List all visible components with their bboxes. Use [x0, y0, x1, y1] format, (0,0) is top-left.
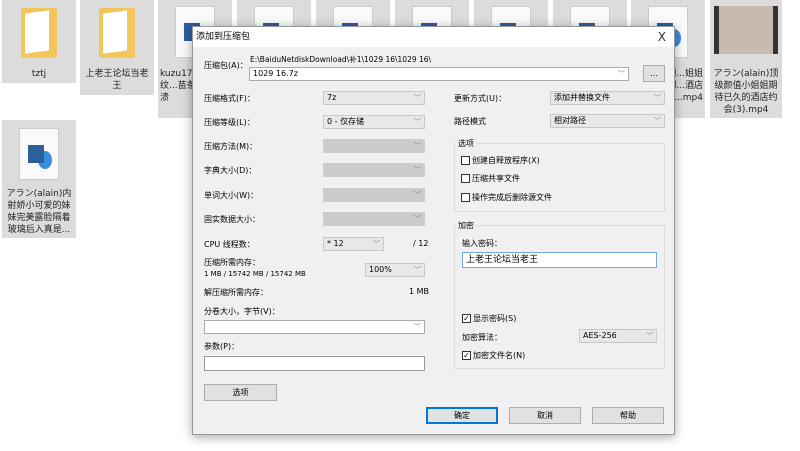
cpu-max: / 12 — [413, 239, 429, 248]
chevron-down-icon: ﹀ — [414, 142, 421, 150]
volume-combo[interactable]: ﹀ — [204, 320, 425, 334]
chevron-down-icon: ﹀ — [414, 118, 421, 126]
method-label: 压缩方法(M)： — [204, 142, 258, 151]
checkmark-icon[interactable]: ✓ — [462, 314, 471, 323]
file-name: tztj — [31, 69, 47, 79]
volume-label: 分卷大小，字节(V)： — [204, 307, 280, 316]
format-select[interactable]: 7z ﹀ — [323, 91, 425, 105]
checkbox-box[interactable] — [461, 193, 470, 202]
dict-label: 字典大小(D)： — [204, 166, 257, 175]
cpu-value: * 12 — [327, 239, 344, 248]
algorithm-select[interactable]: AES-256 ﹀ — [579, 329, 657, 343]
mem-label: 压缩所需内存： — [204, 258, 260, 267]
password-label: 输入密码： — [462, 239, 502, 248]
file-tile[interactable]: アラン(alain)顶级颜值小姐姐期待已久的酒店约会(3).mp4 — [710, 0, 782, 118]
chevron-down-icon: ﹀ — [618, 70, 625, 78]
password-input[interactable]: 上老王论坛当老王 — [462, 252, 657, 268]
update-label: 更新方式(U)： — [454, 94, 507, 103]
title-bar: 添加到压缩包 X — [193, 27, 674, 47]
chevron-down-icon: ﹀ — [414, 215, 421, 223]
file-name: 上老王论坛当老王 — [85, 69, 149, 91]
decompress-mem-label: 解压缩所需内存： — [204, 288, 268, 297]
algorithm-value: AES-256 — [583, 331, 617, 340]
update-select[interactable]: 添加并替换文件 ﹀ — [550, 91, 665, 105]
path-mode-select[interactable]: 相对路径 ﹀ — [550, 114, 665, 128]
mem-percent-select[interactable]: 100% ﹀ — [365, 263, 425, 277]
folder-icon — [99, 8, 135, 58]
video-file-icon — [19, 128, 59, 180]
options-group-title: 选项 — [456, 138, 476, 149]
archive-path: E:\BaiduNetdiskDownload\补1\1029 16\1029 … — [250, 55, 432, 64]
close-icon[interactable]: X — [658, 27, 666, 47]
chevron-down-icon: ﹀ — [414, 191, 421, 199]
chevron-down-icon: ﹀ — [414, 166, 421, 174]
folder-icon — [21, 8, 57, 58]
sfx-checkbox[interactable]: 创建自释放程序(X) — [461, 156, 540, 166]
file-name: アラン(alain)内射娇小可爱的妹妹完美露脸隔着玻璃后入真是... — [6, 189, 72, 235]
archive-label: 压缩包(A)： — [204, 61, 248, 70]
sfx-label: 创建自释放程序(X) — [472, 156, 540, 165]
mem-value: 1 MB / 15742 MB / 15742 MB — [204, 270, 306, 278]
chevron-down-icon: ﹀ — [414, 266, 421, 274]
chevron-down-icon: ﹀ — [654, 117, 661, 125]
chevron-down-icon: ﹀ — [654, 94, 661, 102]
file-tile[interactable]: tztj — [2, 0, 76, 83]
level-select[interactable]: 0 - 仅存储 ﹀ — [323, 115, 425, 129]
video-thumbnail — [714, 6, 778, 54]
encrypt-names-label: 加密文件名(N) — [473, 351, 526, 360]
algorithm-label: 加密算法： — [462, 333, 502, 342]
cpu-select[interactable]: * 12 ﹀ — [323, 237, 384, 251]
delete-after-checkbox[interactable]: 操作完成后删除源文件 — [461, 193, 552, 203]
show-password-label: 显示密码(S) — [473, 314, 517, 323]
path-mode-label: 路径模式 — [454, 117, 486, 126]
chevron-down-icon: ﹀ — [646, 332, 653, 340]
archive-name-combo[interactable]: 1029 16.7z ﹀ — [249, 67, 629, 81]
solid-label: 固实数据大小： — [204, 215, 260, 224]
browse-button[interactable]: ... — [643, 65, 665, 82]
shared-files-label: 压缩共享文件 — [472, 174, 520, 183]
cancel-button[interactable]: 取消 — [509, 407, 581, 424]
checkbox-box[interactable] — [461, 174, 470, 183]
chevron-down-icon: ﹀ — [414, 94, 421, 102]
file-tile[interactable]: アラン(alain)内射娇小可爱的妹妹完美露脸隔着玻璃后入真是... — [2, 120, 76, 238]
encryption-group: 加密 输入密码： 上老王论坛当老王 ✓ 显示密码(S) 加密算法： AES-256… — [454, 220, 665, 369]
cpu-label: CPU 线程数： — [204, 240, 255, 249]
chevron-down-icon: ﹀ — [414, 323, 421, 331]
level-label: 压缩等级(L)： — [204, 118, 255, 127]
encrypt-names-checkbox[interactable]: ✓ 加密文件名(N) — [462, 351, 525, 361]
help-button[interactable]: 帮助 — [592, 407, 664, 424]
level-value: 0 - 仅存储 — [327, 117, 365, 126]
dialog-title: 添加到压缩包 — [196, 32, 251, 42]
params-label: 参数(P)： — [204, 342, 240, 351]
mem-percent-value: 100% — [369, 265, 392, 274]
shared-files-checkbox[interactable]: 压缩共享文件 — [461, 174, 520, 184]
file-name: アラン(alain)顶级颜值小姐姐期待已久的酒店约会(3).mp4 — [713, 69, 779, 115]
options-button[interactable]: 选项 — [204, 384, 277, 401]
add-to-archive-dialog: 添加到压缩包 X 压缩包(A)： E:\BaiduNetdiskDownload… — [192, 26, 675, 435]
file-tile[interactable]: 上老王论坛当老王 — [80, 0, 154, 95]
options-group: 选项 创建自释放程序(X) 压缩共享文件 操作完成后删除源文件 — [454, 138, 665, 212]
ok-button[interactable]: 确定 — [426, 407, 498, 424]
method-select: ﹀ — [323, 139, 425, 153]
format-value: 7z — [327, 93, 337, 102]
path-mode-value: 相对路径 — [554, 116, 586, 125]
solid-select: ﹀ — [323, 212, 425, 226]
params-input[interactable] — [204, 356, 425, 371]
show-password-checkbox[interactable]: ✓ 显示密码(S) — [462, 314, 516, 324]
dict-select: ﹀ — [323, 163, 425, 177]
delete-after-label: 操作完成后删除源文件 — [472, 193, 552, 202]
format-label: 压缩格式(F)： — [204, 94, 255, 103]
word-label: 单词大小(W)： — [204, 191, 259, 200]
encryption-group-title: 加密 — [456, 220, 476, 231]
chevron-down-icon: ﹀ — [373, 240, 380, 248]
update-value: 添加并替换文件 — [554, 93, 610, 102]
word-select: ﹀ — [323, 188, 425, 202]
archive-name-value: 1029 16.7z — [253, 69, 298, 78]
checkmark-icon[interactable]: ✓ — [462, 351, 471, 360]
checkbox-box[interactable] — [461, 156, 470, 165]
decompress-mem-value: 1 MB — [409, 287, 430, 296]
